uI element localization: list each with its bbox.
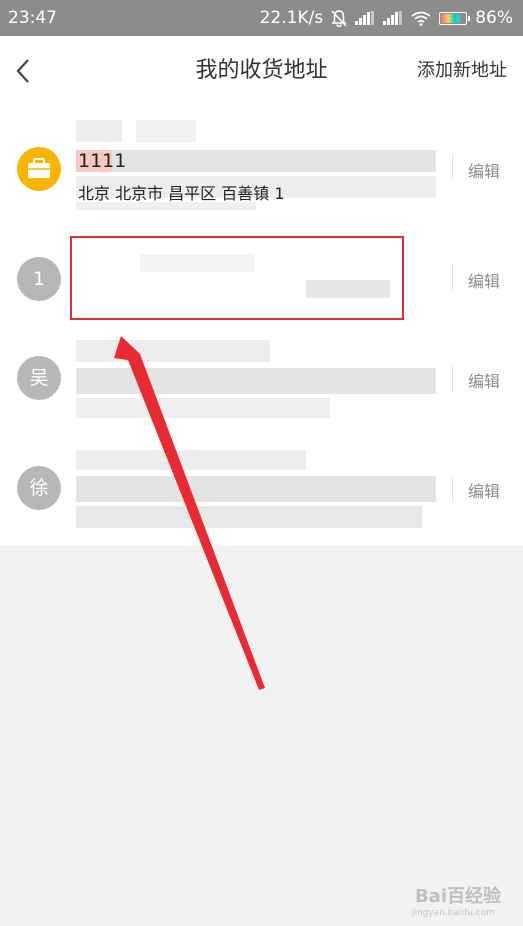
divider	[452, 264, 453, 290]
nav-bar: 我的收货地址 添加新地址	[0, 36, 523, 106]
blurred-detail	[76, 476, 436, 502]
address-list: 编辑 1 编辑 吴 编辑 徐 编辑	[0, 106, 523, 546]
blurred-name	[76, 340, 270, 362]
avatar: 吴	[17, 356, 61, 400]
watermark: Bai百经验	[414, 886, 501, 907]
edit-button[interactable]: 编辑	[468, 158, 508, 182]
blurred-name	[76, 120, 122, 142]
signal-icon	[383, 11, 403, 25]
blurred-detail	[76, 398, 330, 418]
address-item[interactable]: 吴 编辑	[0, 326, 523, 436]
alarm-off-icon	[331, 9, 347, 27]
edit-button[interactable]: 编辑	[468, 268, 508, 292]
address-name: 1111	[78, 150, 127, 172]
status-right: 22.1K/s 86%	[260, 8, 513, 28]
add-address-button[interactable]: 添加新地址	[417, 36, 507, 106]
chevron-left-icon	[16, 59, 29, 83]
blurred-detail	[76, 368, 436, 394]
address-item[interactable]: 徐 编辑	[0, 436, 523, 546]
avatar: 徐	[17, 466, 61, 510]
battery-icon	[439, 11, 471, 25]
highlight-box	[70, 236, 404, 320]
edit-button[interactable]: 编辑	[468, 478, 508, 502]
network-speed: 22.1K/s	[259, 8, 324, 28]
blurred-name	[76, 450, 306, 470]
divider	[452, 476, 453, 502]
briefcase-icon	[17, 147, 61, 191]
status-bar: 23:47 22.1K/s 86%	[0, 0, 523, 36]
signal-icon	[355, 11, 375, 25]
divider	[452, 366, 453, 392]
blurred-name	[136, 120, 196, 142]
edit-button[interactable]: 编辑	[468, 368, 508, 392]
address-detail: 北京 北京市 昌平区 百善镇 1	[78, 184, 285, 203]
blurred-detail	[76, 506, 422, 528]
watermark-sub: jingyan.baidu.com	[411, 908, 495, 918]
battery-percent: 86%	[475, 8, 513, 28]
blurred-detail	[112, 150, 436, 172]
status-time: 23:47	[8, 8, 57, 28]
wifi-icon	[411, 11, 431, 26]
divider	[452, 154, 453, 180]
back-button[interactable]	[10, 54, 40, 88]
avatar: 1	[17, 257, 61, 301]
